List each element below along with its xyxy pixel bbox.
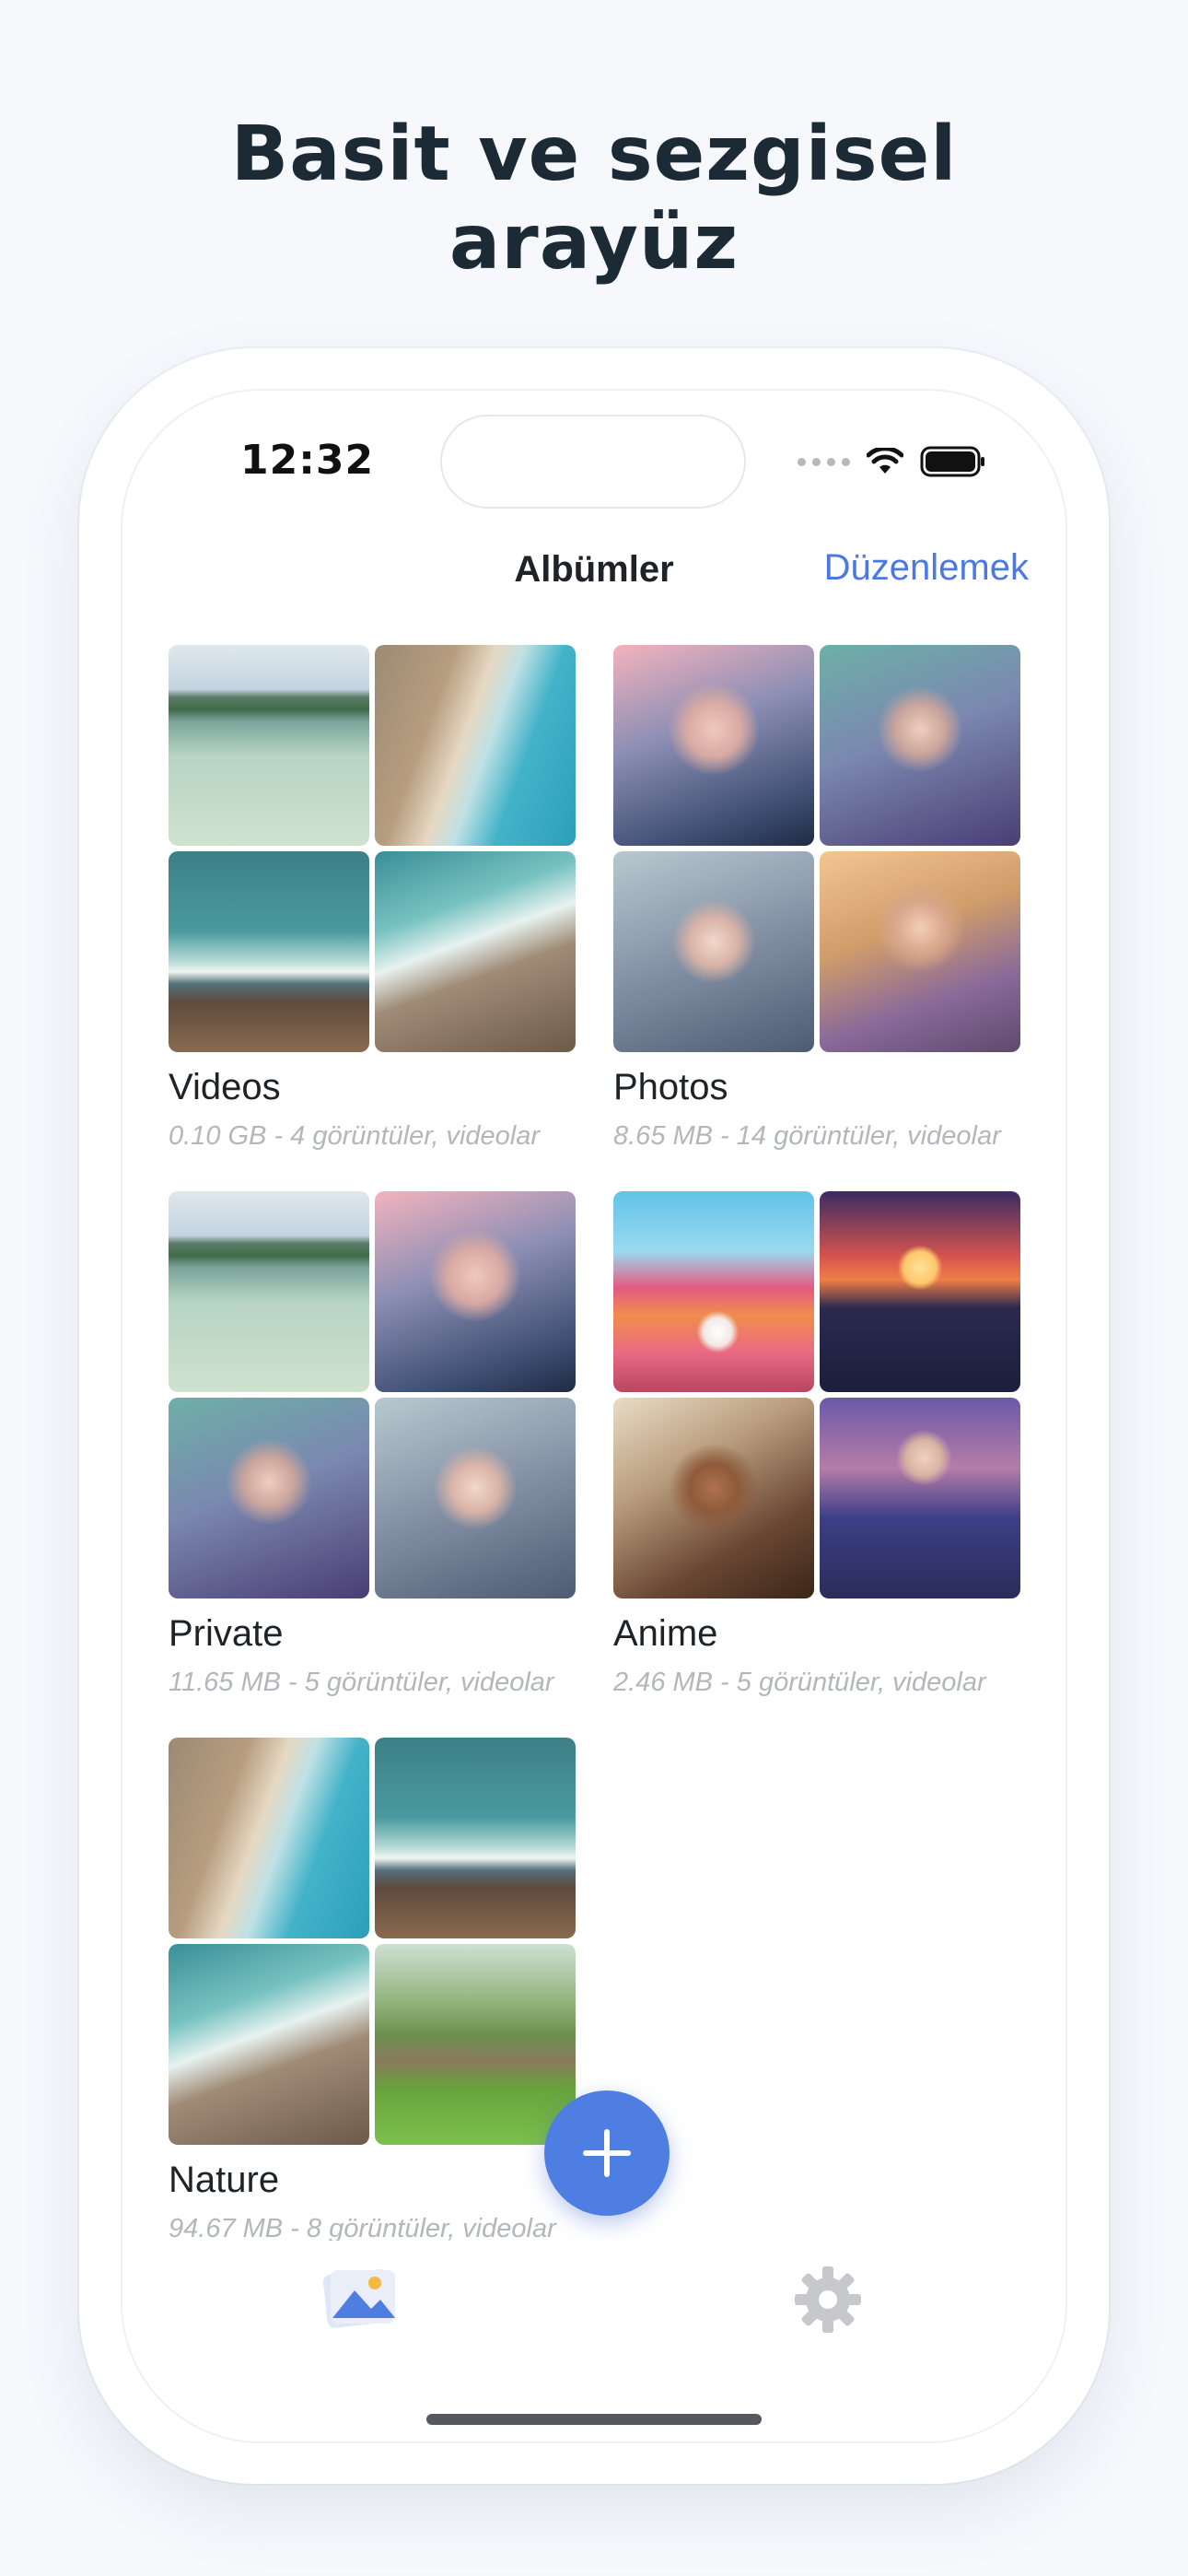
album-card[interactable]: Nature 94.67 MB - 8 görüntüler, videolar (169, 1738, 576, 2244)
album-card[interactable]: Videos 0.10 GB - 4 görüntüler, videolar (169, 645, 576, 1152)
headline-line-2: arayüz (448, 199, 740, 287)
headline-line-1: Basit ve sezgisel (230, 111, 958, 198)
album-thumbnail (169, 1398, 369, 1598)
album-thumbnail (169, 1191, 369, 1392)
album-name: Private (169, 1613, 284, 1654)
plus-icon (583, 2129, 631, 2177)
album-name: Anime (613, 1613, 718, 1654)
album-meta: 11.65 MB - 5 görüntüler, videolar (169, 1668, 554, 1697)
album-thumbnails (613, 645, 1020, 1052)
album-thumbnail (375, 1398, 576, 1598)
album-thumbnail (820, 645, 1020, 846)
album-thumbnails (613, 1191, 1020, 1598)
album-card[interactable]: Private 11.65 MB - 5 görüntüler, videola… (169, 1191, 576, 1698)
album-name: Photos (613, 1067, 728, 1107)
album-thumbnail (169, 1738, 369, 1938)
album-thumbnail (169, 851, 369, 1052)
cellular-signal-icon (798, 457, 850, 466)
album-thumbnail (375, 1738, 576, 1938)
album-card[interactable]: Photos 8.65 MB - 14 görüntüler, videolar (613, 645, 1020, 1152)
album-meta: 2.46 MB - 5 görüntüler, videolar (613, 1668, 986, 1697)
album-meta: 0.10 GB - 4 görüntüler, videolar (169, 1121, 541, 1151)
album-thumbnail (169, 645, 369, 846)
album-thumbnail (375, 1191, 576, 1392)
headline: Basit ve sezgisel arayüz (0, 111, 1188, 287)
album-card[interactable]: Anime 2.46 MB - 5 görüntüler, videolar (613, 1191, 1020, 1698)
album-thumbnail (820, 851, 1020, 1052)
album-thumbnail (820, 1398, 1020, 1598)
album-thumbnail (820, 1191, 1020, 1392)
status-indicators (798, 446, 986, 477)
battery-icon (920, 446, 984, 477)
album-thumbnail (613, 851, 814, 1052)
wifi-icon (867, 448, 903, 474)
album-thumbnail (375, 851, 576, 1052)
album-thumbnail (613, 1398, 814, 1598)
edit-button[interactable]: Düzenlemek (824, 547, 1029, 589)
album-thumbnail (613, 645, 814, 846)
album-name: Videos (169, 1067, 281, 1107)
album-thumbnail (375, 1944, 576, 2145)
dynamic-island (440, 415, 746, 509)
status-time: 12:32 (240, 437, 375, 484)
album-thumbnails (169, 645, 576, 1052)
album-thumbnail (375, 645, 576, 846)
album-meta: 94.67 MB - 8 görüntüler, videolar (169, 2214, 556, 2243)
album-thumbnails (169, 1191, 576, 1598)
album-meta: 8.65 MB - 14 görüntüler, videolar (613, 1121, 1001, 1151)
album-thumbnail (613, 1191, 814, 1392)
album-thumbnail (169, 1944, 369, 2145)
album-thumbnails (169, 1738, 576, 2145)
add-album-button[interactable] (544, 2090, 670, 2216)
album-name: Nature (169, 2160, 280, 2200)
